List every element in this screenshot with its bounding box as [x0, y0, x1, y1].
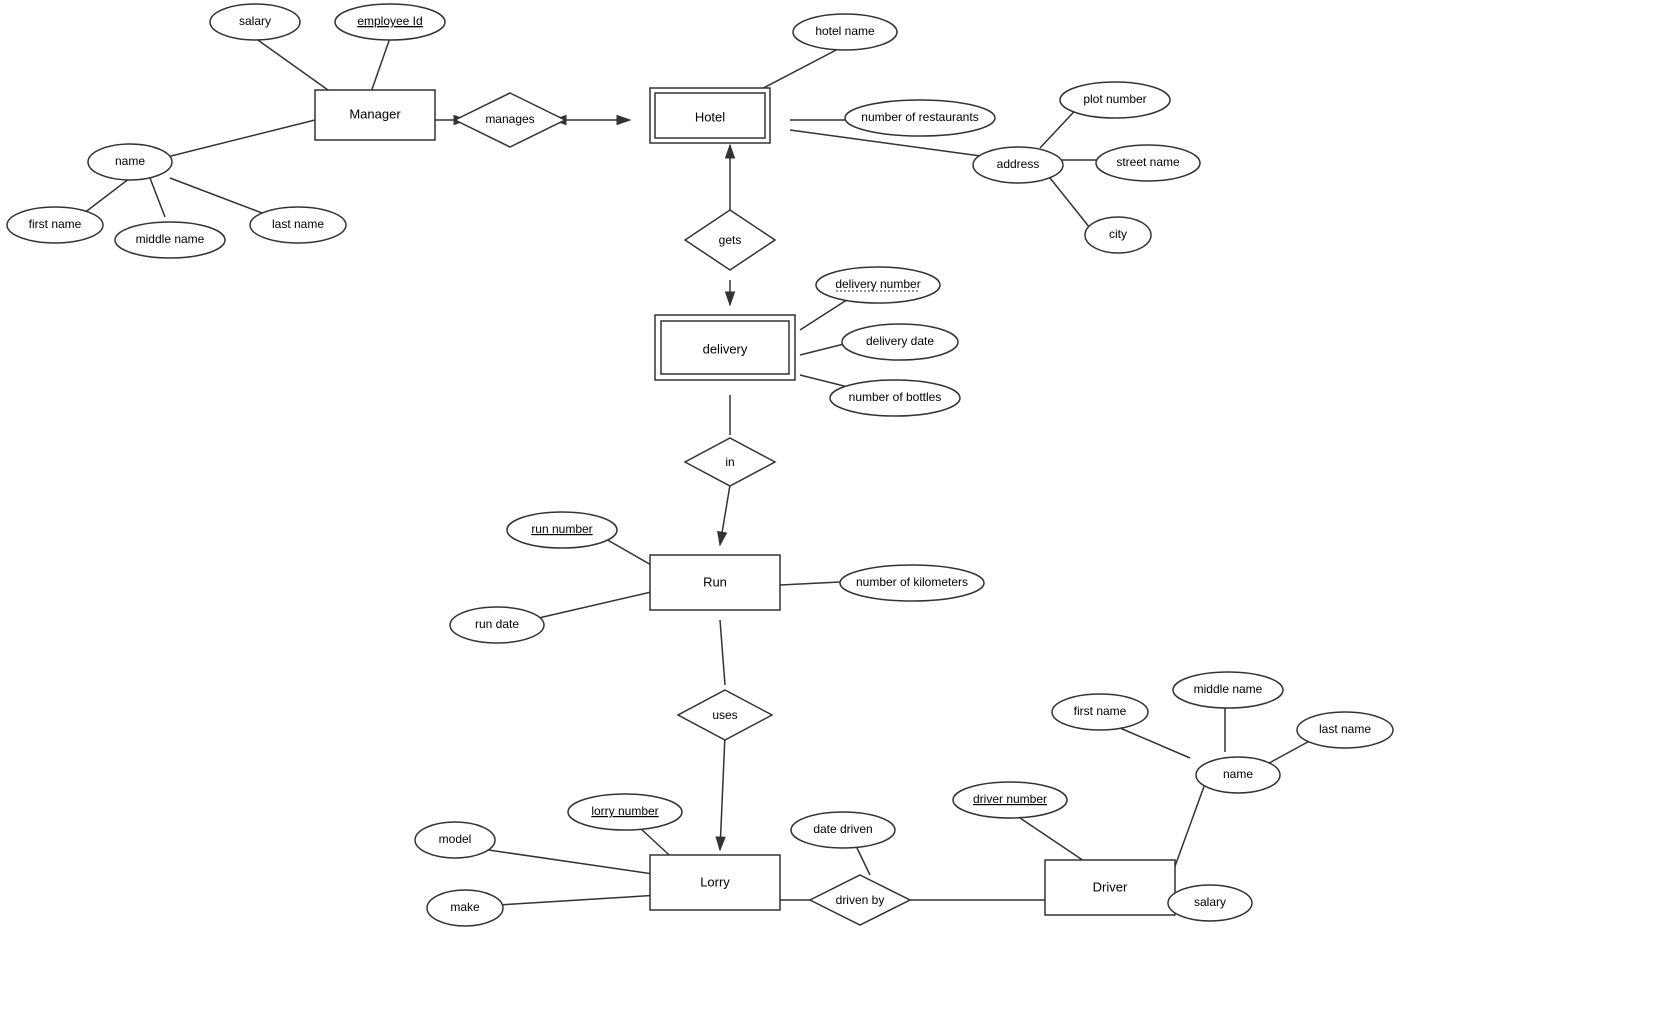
attr-num-restaurants-label: number of restaurants	[861, 110, 978, 124]
entity-delivery-label: delivery	[703, 341, 748, 356]
attr-salary-manager-label: salary	[239, 14, 271, 28]
attr-address-label: address	[997, 157, 1040, 171]
attr-num-bottles-label: number of bottles	[849, 390, 942, 404]
attr-hotel-name-label: hotel name	[815, 24, 875, 38]
attr-middle-name-manager-label: middle name	[136, 232, 205, 246]
entity-driver-label: Driver	[1093, 879, 1128, 894]
attr-employee-id-label: employee Id	[357, 14, 422, 28]
relation-in-label: in	[725, 455, 734, 469]
relation-driven-by-label: driven by	[836, 893, 885, 907]
attr-make-label: make	[450, 900, 480, 914]
attr-first-name-manager-label: first name	[29, 217, 82, 231]
diagram-canvas: Manager Hotel delivery Run Lorry Driver …	[0, 0, 1664, 1009]
relation-gets-label: gets	[719, 233, 742, 247]
attr-city-label: city	[1109, 227, 1127, 241]
attr-name-manager-label: name	[115, 154, 145, 168]
attr-run-number-label: run number	[531, 522, 592, 536]
entity-lorry-label: Lorry	[700, 874, 730, 889]
attr-salary-driver-label: salary	[1194, 895, 1226, 909]
attr-delivery-date-label: delivery date	[866, 334, 934, 348]
relation-manages-label: manages	[485, 112, 534, 126]
attr-date-driven-label: date driven	[813, 822, 872, 836]
er-diagram: Manager Hotel delivery Run Lorry Driver …	[0, 0, 1664, 1009]
attr-num-km-label: number of kilometers	[856, 575, 968, 589]
attr-street-name-label: street name	[1116, 155, 1180, 169]
attr-middle-name-driver-label: middle name	[1194, 682, 1263, 696]
attr-plot-number-label: plot number	[1083, 92, 1146, 106]
attr-lorry-number-label: lorry number	[591, 804, 658, 818]
attr-driver-number-label: driver number	[973, 792, 1047, 806]
entity-manager-label: Manager	[349, 106, 401, 121]
attr-run-date-label: run date	[475, 617, 519, 631]
attr-first-name-driver-label: first name	[1074, 704, 1127, 718]
relation-uses-label: uses	[712, 708, 737, 722]
entity-run-label: Run	[703, 574, 727, 589]
attr-last-name-driver-label: last name	[1319, 722, 1371, 736]
attr-last-name-manager-label: last name	[272, 217, 324, 231]
entity-hotel-label: Hotel	[695, 109, 725, 124]
attr-name-driver-label: name	[1223, 767, 1253, 781]
attr-delivery-number-label: delivery number	[835, 277, 920, 291]
attr-model-label: model	[439, 832, 472, 846]
